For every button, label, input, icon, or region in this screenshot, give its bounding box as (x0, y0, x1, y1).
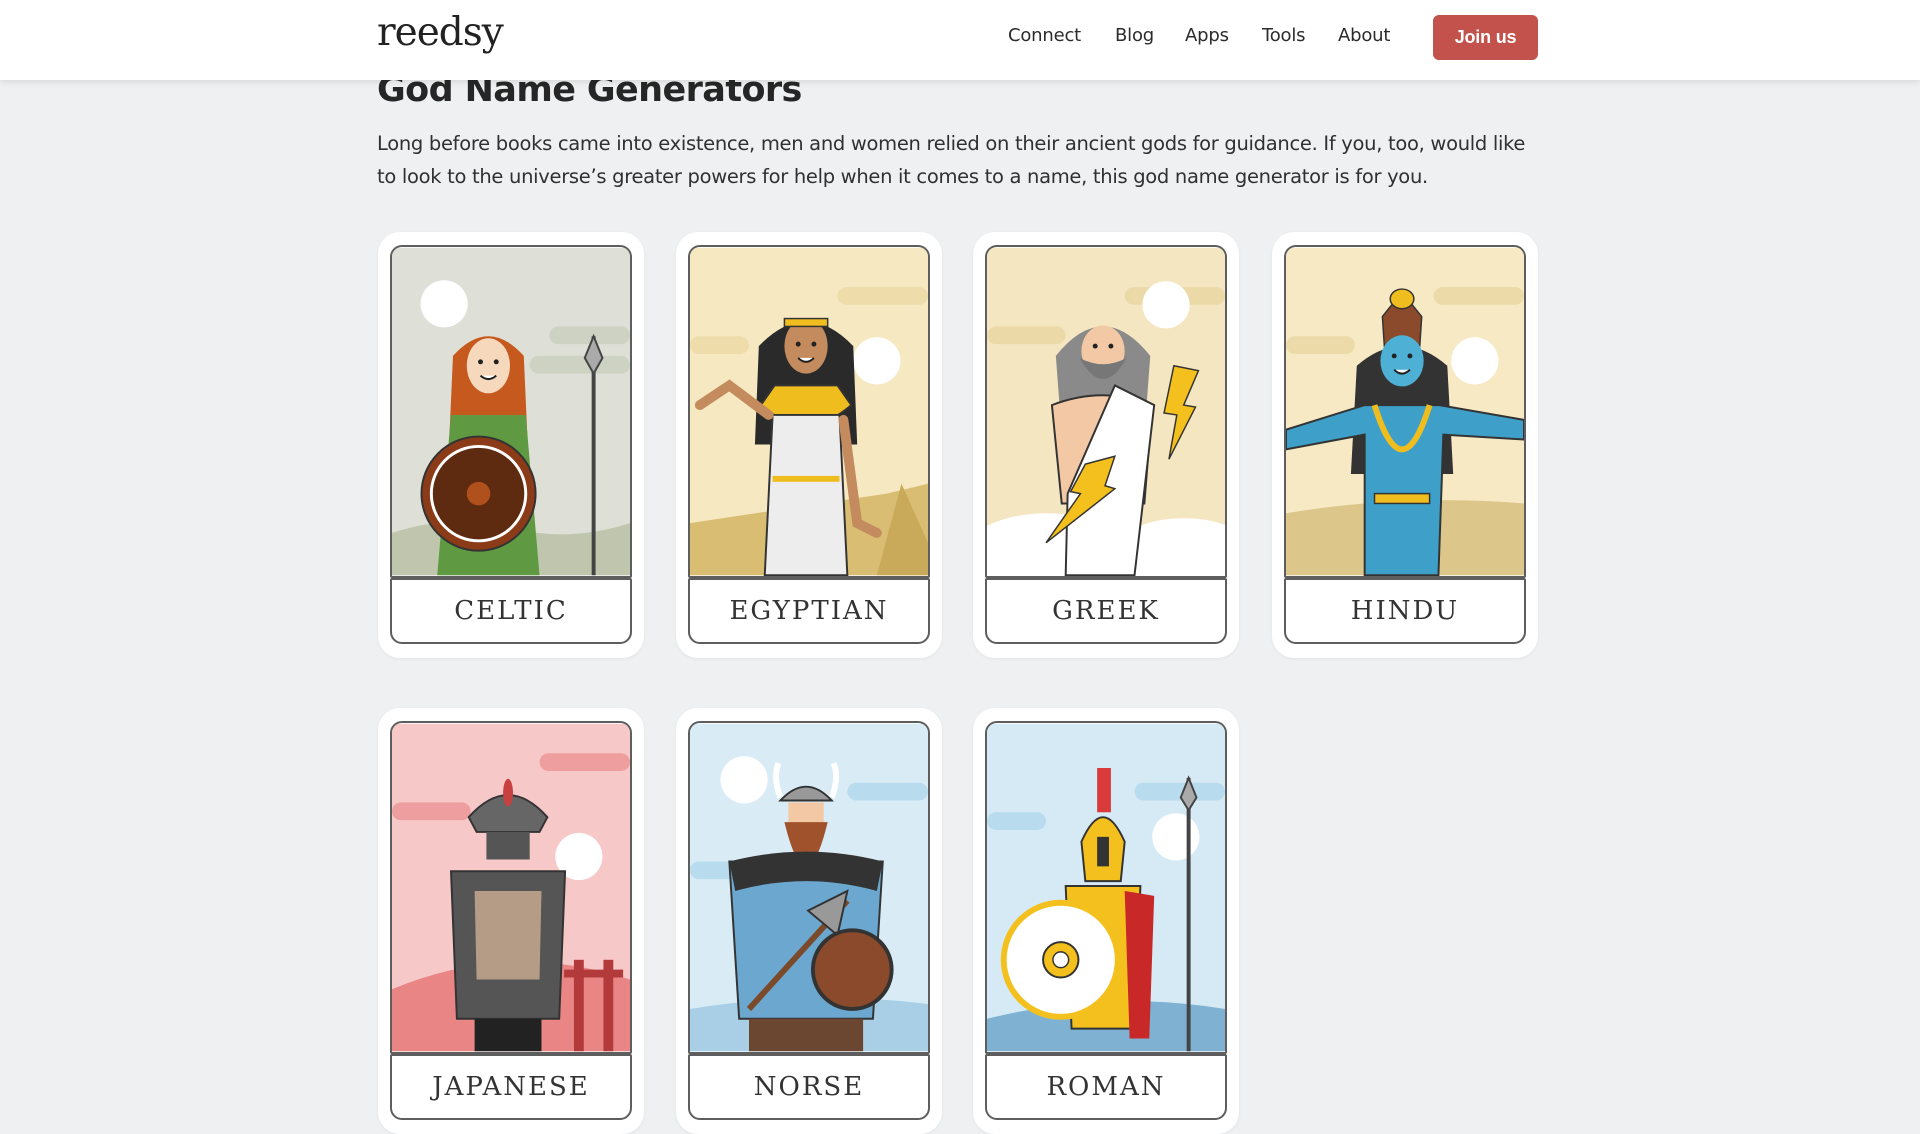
site-header: reedsy Connect Blog Apps Tools About Joi… (0, 0, 1920, 80)
card-label: JAPANESE (390, 1054, 632, 1120)
join-us-button[interactable]: Join us (1433, 15, 1538, 60)
card-greek[interactable]: GREEK (973, 232, 1239, 658)
egyptian-illustration (688, 245, 930, 578)
card-egyptian[interactable]: EGYPTIAN (676, 232, 942, 658)
card-norse[interactable]: NORSE (676, 708, 942, 1134)
card-label: EGYPTIAN (688, 578, 930, 644)
norse-illustration (688, 721, 930, 1054)
hindu-deity-icon (1286, 247, 1524, 576)
card-japanese[interactable]: JAPANESE (378, 708, 644, 1134)
celtic-goddess-icon (392, 247, 630, 576)
nav-blog[interactable]: Blog (1115, 25, 1154, 46)
zeus-icon (987, 247, 1225, 576)
card-label: HINDU (1284, 578, 1526, 644)
samurai-icon (392, 723, 630, 1052)
nav-tools[interactable]: Tools (1262, 25, 1306, 46)
card-label: ROMAN (985, 1054, 1227, 1120)
card-hindu[interactable]: HINDU (1272, 232, 1538, 658)
roman-illustration (985, 721, 1227, 1054)
viking-icon (690, 723, 928, 1052)
nav-about[interactable]: About (1338, 25, 1390, 46)
egyptian-goddess-icon (690, 247, 928, 576)
celtic-illustration (390, 245, 632, 578)
greek-illustration (985, 245, 1227, 578)
hindu-illustration (1284, 245, 1526, 578)
nav-connect[interactable]: Connect (1008, 25, 1081, 46)
card-celtic[interactable]: CELTIC (378, 232, 644, 658)
card-label: GREEK (985, 578, 1227, 644)
japanese-illustration (390, 721, 632, 1054)
card-label: CELTIC (390, 578, 632, 644)
card-label: NORSE (688, 1054, 930, 1120)
intro-paragraph: Long before books came into existence, m… (377, 132, 1526, 188)
card-roman[interactable]: ROMAN (973, 708, 1239, 1134)
roman-soldier-icon (987, 723, 1225, 1052)
nav-apps[interactable]: Apps (1185, 25, 1229, 46)
reedsy-logo[interactable]: reedsy (377, 10, 504, 55)
